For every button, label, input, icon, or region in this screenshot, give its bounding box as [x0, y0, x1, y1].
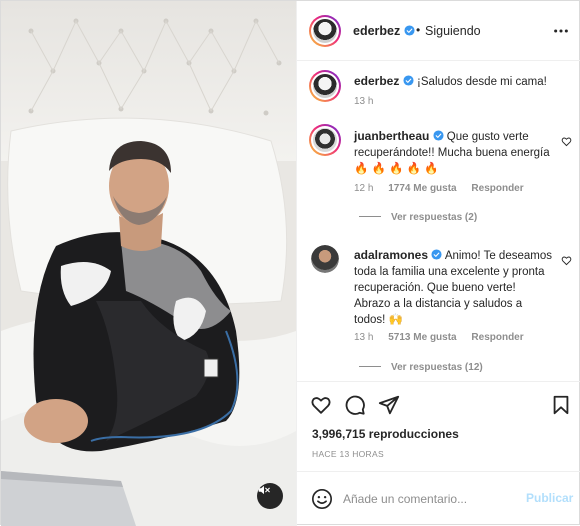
view-replies-label[interactable]: Ver respuestas (2) — [391, 212, 477, 223]
replies-line — [359, 366, 381, 367]
view-replies-button[interactable]: Ver respuestas (2) — [359, 212, 477, 223]
comment-time: 13 h — [354, 332, 374, 343]
author-avatar[interactable] — [309, 15, 341, 47]
comments-list[interactable]: ederbez ¡Saludos desde mi cama! 13 h jua… — [297, 62, 580, 381]
video-frame-illustration — [1, 1, 296, 526]
caption-username[interactable]: ederbez — [354, 74, 399, 88]
caption-avatar[interactable] — [309, 70, 341, 102]
action-bar — [297, 381, 580, 428]
heart-icon[interactable] — [310, 394, 332, 416]
comment-meta: 12 h 1774 Me gusta Responder — [354, 183, 536, 194]
caption: ederbez ¡Saludos desde mi cama! — [354, 74, 554, 90]
author-username-text[interactable]: ederbez — [353, 24, 400, 38]
verified-badge-icon — [403, 75, 414, 86]
view-count[interactable]: 3,996,715 reproducciones — [312, 427, 459, 441]
post-details-panel: ederbez • Siguiendo ederbez ¡Saludos des… — [296, 1, 580, 526]
post-timestamp: HACE 13 HORAS — [312, 449, 384, 459]
reply-button[interactable]: Responder — [471, 332, 523, 343]
comment-likes[interactable]: 1774 Me gusta — [388, 183, 456, 194]
following-button[interactable]: Siguiendo — [425, 24, 481, 38]
more-options-icon[interactable] — [553, 25, 569, 37]
emoji-icon[interactable] — [311, 488, 333, 510]
muted-speaker-icon — [258, 485, 270, 495]
comment-icon[interactable] — [344, 394, 366, 416]
comment-username[interactable]: adalramones — [354, 248, 428, 262]
comment-time: 12 h — [354, 183, 374, 194]
caption-text: ¡Saludos desde mi cama! — [417, 76, 547, 88]
replies-line — [359, 216, 381, 217]
verified-badge-icon — [433, 130, 444, 141]
header-separator: • — [416, 23, 421, 37]
comment-item: adalramones Animo! Te deseamos toda la f… — [354, 247, 554, 328]
comment-likes[interactable]: 5713 Me gusta — [388, 332, 456, 343]
bookmark-icon[interactable] — [550, 394, 572, 416]
comment-item: juanbertheau Que gusto verte recuperándo… — [354, 128, 554, 177]
comment-avatar[interactable] — [309, 124, 341, 156]
view-replies-label[interactable]: Ver respuestas (12) — [391, 362, 483, 373]
view-replies-button[interactable]: Ver respuestas (12) — [359, 362, 483, 373]
comment-input[interactable] — [343, 490, 513, 508]
caption-meta: 13 h — [354, 96, 385, 107]
mute-button[interactable] — [257, 483, 283, 509]
comment-avatar[interactable] — [311, 245, 339, 273]
post-header: ederbez • Siguiendo — [297, 1, 580, 61]
reply-button[interactable]: Responder — [471, 183, 523, 194]
comment-username[interactable]: juanbertheau — [354, 129, 429, 143]
comment-like-icon[interactable] — [561, 255, 572, 266]
verified-badge-icon — [404, 25, 415, 36]
add-comment-bar: Publicar — [297, 471, 580, 526]
verified-badge-icon — [431, 249, 442, 260]
publish-button[interactable]: Publicar — [526, 491, 573, 505]
comment-meta: 13 h 5713 Me gusta Responder — [354, 332, 536, 343]
caption-time: 13 h — [354, 96, 374, 107]
instagram-post-dialog: ederbez • Siguiendo ederbez ¡Saludos des… — [0, 0, 580, 526]
comment-like-icon[interactable] — [561, 136, 572, 147]
author-username[interactable]: ederbez — [353, 24, 415, 38]
share-icon[interactable] — [378, 394, 400, 416]
post-video[interactable] — [1, 1, 296, 526]
